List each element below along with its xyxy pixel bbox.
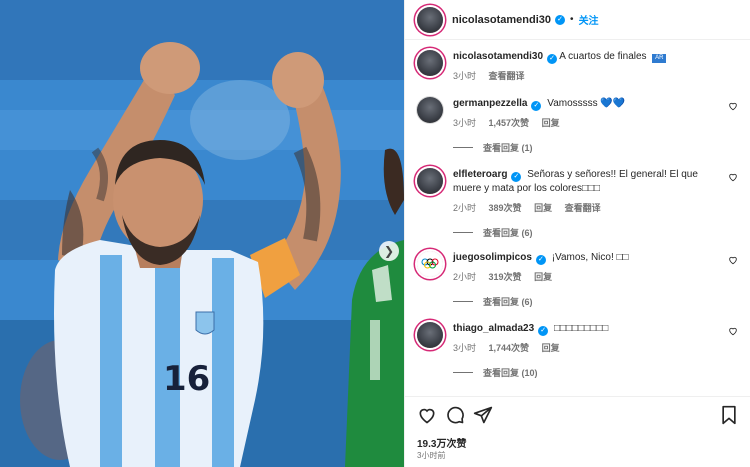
comment-text: □□□□□□□□□ (553, 323, 609, 334)
likes-count[interactable]: 19.3万次赞 (417, 435, 466, 450)
view-replies-button[interactable]: 查看回复 (6) (453, 226, 533, 239)
heart-icon[interactable] (728, 172, 738, 182)
post-photo: 16 ❯ (0, 0, 404, 467)
caption-time: 3小时 (453, 71, 477, 81)
comment-time: 2小时 (453, 272, 477, 282)
view-replies-button[interactable]: 查看回复 (6) (453, 295, 533, 308)
verified-icon: ✓ (511, 172, 522, 182)
comment-text: ¡Vamos, Nico! □□ (551, 252, 629, 263)
post-side-panel: nicolasotamendi30 ✓ • 关注 nicolasotamendi… (404, 0, 750, 467)
post-time: 3小时前 (417, 451, 446, 460)
author-avatar[interactable] (417, 6, 443, 33)
bookmark-icon[interactable] (720, 405, 738, 425)
view-replies-label[interactable]: 查看回复 (10) (483, 366, 538, 379)
commenter-avatar[interactable] (417, 97, 443, 123)
comment-likes[interactable]: 1,457次赞 (489, 118, 530, 128)
commenter-username[interactable]: thiago_almada23 (453, 323, 534, 334)
heart-icon[interactable] (728, 326, 738, 336)
flag-emoji: AR (652, 54, 667, 63)
reply-button[interactable]: 回复 (542, 343, 560, 353)
comment-likes[interactable]: 1,744次赞 (489, 343, 530, 353)
comment-likes[interactable]: 319次赞 (489, 272, 522, 282)
verified-icon: ✓ (531, 101, 542, 111)
comment-time: 3小时 (453, 343, 477, 353)
caption-avatar[interactable] (417, 50, 443, 76)
verified-icon: ✓ (555, 14, 566, 25)
comment-likes[interactable]: 389次赞 (489, 203, 522, 213)
caption-translate-link[interactable]: 查看翻译 (489, 71, 525, 81)
share-icon[interactable] (473, 405, 493, 425)
commenter-username[interactable]: juegosolimpicos (453, 252, 532, 263)
view-replies-button[interactable]: 查看回复 (10) (453, 366, 538, 379)
comment-translate-link[interactable]: 查看翻译 (565, 203, 601, 213)
comment-icon[interactable] (445, 405, 465, 425)
separator-dot: • (570, 14, 574, 25)
jersey-number: 16 (163, 359, 210, 399)
verified-icon: ✓ (547, 54, 558, 64)
comment-text: Vamosssss 💙💙 (547, 98, 626, 109)
comments-list: nicolasotamendi30 ✓ A cuartos de finales … (405, 40, 750, 396)
next-arrow-icon[interactable]: ❯ (379, 241, 399, 261)
post-actions: 19.3万次赞 3小时前 (405, 396, 750, 467)
commenter-avatar[interactable] (417, 322, 443, 348)
view-replies-button[interactable]: 查看回复 (1) (453, 141, 533, 154)
view-replies-label[interactable]: 查看回复 (1) (483, 141, 533, 154)
view-replies-label[interactable]: 查看回复 (6) (483, 226, 533, 239)
commenter-username[interactable]: elfleteroarg (453, 169, 507, 180)
olympic-rings-icon (421, 258, 439, 269)
commenter-username[interactable]: germanpezzella (453, 98, 527, 109)
view-replies-label[interactable]: 查看回复 (6) (483, 295, 533, 308)
commenter-avatar[interactable] (417, 251, 443, 277)
verified-icon: ✓ (535, 255, 546, 265)
reply-button[interactable]: 回复 (542, 118, 560, 128)
comment-time: 3小时 (453, 118, 477, 128)
author-username[interactable]: nicolasotamendi30 (452, 14, 551, 26)
reply-button[interactable]: 回复 (534, 272, 552, 282)
heart-icon[interactable] (728, 255, 738, 265)
reply-button[interactable]: 回复 (534, 203, 552, 213)
heart-icon[interactable] (728, 101, 738, 111)
caption-username[interactable]: nicolasotamendi30 (453, 51, 543, 62)
post-header: nicolasotamendi30 ✓ • 关注 (405, 0, 750, 40)
heart-icon[interactable] (417, 405, 437, 425)
caption-text: A cuartos de finales (559, 51, 647, 62)
verified-icon: ✓ (538, 326, 549, 336)
commenter-avatar[interactable] (417, 168, 443, 194)
player-illustration: 16 (0, 0, 404, 467)
follow-button[interactable]: 关注 (579, 12, 599, 27)
comment-time: 2小时 (453, 203, 477, 213)
